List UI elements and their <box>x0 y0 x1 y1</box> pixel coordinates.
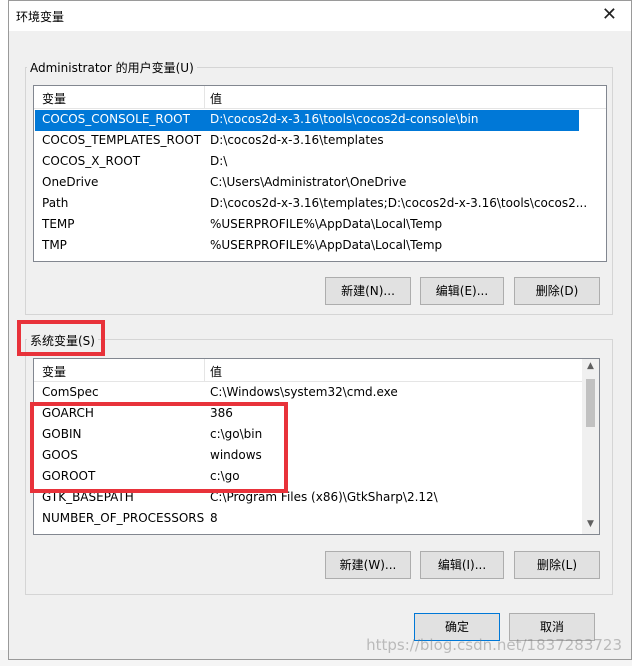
table-row[interactable]: COCOS_X_ROOT D:\ <box>35 152 579 173</box>
variable-value-cell: D:\cocos2d-x-3.16\templates;D:\cocos2d-x… <box>210 196 588 210</box>
variable-name-cell: COCOS_CONSOLE_ROOT <box>42 112 190 126</box>
column-header-variable[interactable]: 变量 <box>42 363 66 380</box>
scroll-down-icon[interactable]: ▼ <box>582 519 599 529</box>
user-variables-header: 变量 值 <box>34 86 606 109</box>
column-divider[interactable] <box>204 359 205 381</box>
user-delete-button[interactable]: 删除(D) <box>514 277 600 305</box>
variable-name-cell: Path <box>42 196 69 210</box>
scrollbar-thumb[interactable] <box>586 379 595 427</box>
column-header-variable[interactable]: 变量 <box>42 90 66 107</box>
table-row[interactable]: TMP %USERPROFILE%\AppData\Local\Temp <box>35 236 579 257</box>
scroll-up-icon[interactable]: ▲ <box>582 361 599 371</box>
variable-value-cell: 8 <box>210 511 218 525</box>
variable-name-cell: COCOS_TEMPLATES_ROOT <box>42 133 202 147</box>
variable-value-cell: %USERPROFILE%\AppData\Local\Temp <box>210 217 443 231</box>
variable-value-cell: D:\cocos2d-x-3.16\templates <box>210 133 384 147</box>
vertical-scrollbar[interactable]: ▲ ▼ <box>582 359 599 534</box>
watermark-text: https://blog.csdn.net/1837283723 <box>366 636 622 654</box>
column-header-value[interactable]: 值 <box>210 363 222 380</box>
variable-name-cell: NUMBER_OF_PROCESSORS <box>42 511 205 525</box>
column-divider[interactable] <box>204 86 205 108</box>
variable-value-cell: D:\ <box>210 154 228 168</box>
system-edit-button[interactable]: 编辑(I)... <box>420 551 504 579</box>
column-header-value[interactable]: 值 <box>210 90 222 107</box>
table-row[interactable]: NUMBER_OF_PROCESSORS 8 <box>35 509 581 530</box>
background-window-fragment <box>0 0 8 666</box>
system-delete-button[interactable]: 删除(L) <box>514 551 600 579</box>
highlight-box-go-variables <box>30 402 288 493</box>
table-row[interactable]: Path D:\cocos2d-x-3.16\templates;D:\cocos… <box>35 194 587 215</box>
variable-name-cell: OneDrive <box>42 175 99 189</box>
table-row[interactable]: OneDrive C:\Users\Administrator\OneDrive <box>35 173 579 194</box>
variable-name-cell: TEMP <box>42 217 75 231</box>
system-variables-header: 变量 值 <box>34 359 599 382</box>
table-row[interactable]: COCOS_TEMPLATES_ROOT D:\cocos2d-x-3.16\te… <box>35 131 579 152</box>
table-row[interactable]: ComSpec C:\Windows\system32\cmd.exe <box>35 383 581 404</box>
table-row[interactable]: TEMP %USERPROFILE%\AppData\Local\Temp <box>35 215 579 236</box>
system-new-button[interactable]: 新建(W)... <box>325 551 411 579</box>
close-icon[interactable]: ✕ <box>602 4 617 25</box>
window-title: 环境变量 <box>16 10 65 24</box>
user-variables-list[interactable]: 变量 值 COCOS_CONSOLE_ROOT D:\cocos2d-x-3.16… <box>33 85 607 262</box>
variable-name-cell: COCOS_X_ROOT <box>42 154 141 168</box>
user-variables-label: Administrator 的用户变量(U) <box>27 59 197 76</box>
table-row[interactable]: COCOS_CONSOLE_ROOT D:\cocos2d-x-3.16\tool… <box>35 110 579 131</box>
title-bar: 环境变量 ✕ <box>9 1 631 31</box>
highlight-box-system-label <box>17 320 105 356</box>
variable-name-cell: ComSpec <box>42 385 99 399</box>
variable-value-cell: D:\cocos2d-x-3.16\tools\cocos2d-console\… <box>210 112 479 126</box>
user-new-button[interactable]: 新建(N)... <box>325 277 411 305</box>
variable-value-cell: %USERPROFILE%\AppData\Local\Temp <box>210 238 443 252</box>
user-edit-button[interactable]: 编辑(E)... <box>420 277 504 305</box>
variable-name-cell: TMP <box>42 238 67 252</box>
variable-value-cell: C:\Windows\system32\cmd.exe <box>210 385 398 399</box>
variable-value-cell: C:\Users\Administrator\OneDrive <box>210 175 407 189</box>
